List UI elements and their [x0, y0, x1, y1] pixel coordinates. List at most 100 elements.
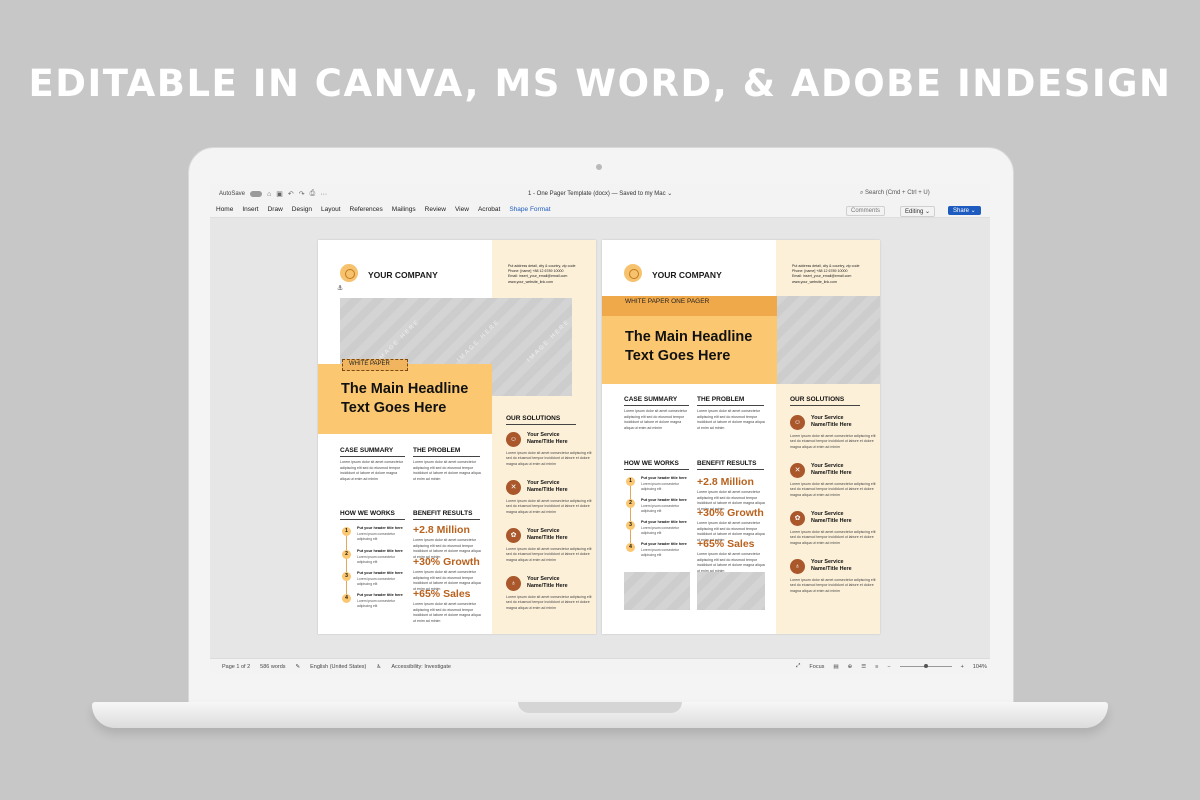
service-text[interactable]: Lorem ipsum dolor sit amet consectetur a… — [506, 451, 596, 467]
stat-text[interactable]: Lorem ipsum dolor sit amet consectetur a… — [697, 552, 765, 574]
autosave-toggle[interactable] — [250, 191, 263, 197]
document-title[interactable]: 1 - One Pager Template (docx) — Saved to… — [528, 190, 672, 197]
company-name[interactable]: YOUR COMPANY — [652, 270, 722, 280]
step-title[interactable]: Put your header title here — [641, 498, 687, 502]
step-title[interactable]: Put your header title here — [357, 549, 403, 553]
zoom-level[interactable]: 104% — [973, 664, 987, 670]
step-text[interactable]: Lorem ipsum consectetur adipiscing elit — [357, 599, 407, 608]
main-headline[interactable]: The Main Headline Text Goes Here — [625, 328, 785, 366]
step-text[interactable]: Lorem ipsum consectetur adipiscing elit — [357, 555, 407, 564]
service-text[interactable]: Lorem ipsum dolor sit amet consectetur a… — [790, 434, 880, 450]
service-text[interactable]: Lorem ipsum dolor sit amet consectetur a… — [506, 547, 596, 563]
service-text[interactable]: Lorem ipsum dolor sit amet consectetur a… — [506, 499, 596, 515]
tab-design[interactable]: Design — [292, 206, 312, 213]
web-layout-icon[interactable]: ⊕ — [848, 664, 853, 670]
service-title[interactable]: Your Service Name/Title Here — [811, 463, 871, 477]
step-text[interactable]: Lorem ipsum consectetur adipiscing elit — [641, 548, 691, 557]
home-icon[interactable]: ⌂ — [267, 191, 271, 198]
stat-value[interactable]: +30% Growth — [413, 556, 480, 568]
tab-shape-format[interactable]: Shape Format — [509, 206, 550, 213]
undo-icon[interactable]: ↶ — [288, 190, 294, 198]
language-status[interactable]: English (United States) — [310, 664, 366, 670]
step-title[interactable]: Put your header title here — [641, 520, 687, 524]
service-text[interactable]: Lorem ipsum dolor sit amet consectetur a… — [790, 578, 880, 594]
step-text[interactable]: Lorem ipsum consectetur adipiscing elit — [357, 532, 407, 541]
stat-value[interactable]: +65% Sales — [697, 538, 755, 550]
print-layout-icon[interactable]: ▤ — [833, 664, 838, 670]
zoom-in-button[interactable]: + — [961, 664, 964, 670]
service-text[interactable]: Lorem ipsum dolor sit amet consectetur a… — [790, 530, 880, 546]
stat-value[interactable]: +30% Growth — [697, 507, 764, 519]
accessibility-status[interactable]: Accessibility: Investigate — [391, 664, 451, 670]
step-text[interactable]: Lorem ipsum consectetur adipiscing elit — [357, 577, 407, 586]
service-text[interactable]: Lorem ipsum dolor sit amet consectetur a… — [506, 595, 596, 611]
image-placeholder[interactable] — [697, 572, 765, 610]
tab-layout[interactable]: Layout — [321, 206, 341, 213]
tab-insert[interactable]: Insert — [242, 206, 258, 213]
stat-value[interactable]: +65% Sales — [413, 588, 471, 600]
word-count[interactable]: 586 words — [260, 664, 285, 670]
focus-button[interactable]: Focus — [809, 664, 824, 670]
outline-icon[interactable]: ☰ — [861, 664, 866, 670]
page-1[interactable]: YOUR COMPANY Put address detail, city & … — [318, 240, 596, 634]
address-block[interactable]: Put address detail, city & country, zip … — [508, 264, 588, 285]
proofing-icon[interactable]: ✎ — [296, 664, 301, 670]
print-icon[interactable]: ⎙ — [310, 190, 316, 198]
page-2[interactable]: YOUR COMPANY Put address detail, city & … — [602, 240, 880, 634]
step-title[interactable]: Put your header title here — [357, 526, 403, 530]
tab-mailings[interactable]: Mailings — [392, 206, 416, 213]
editing-button[interactable]: Editing ⌄ — [900, 206, 936, 217]
image-placeholder[interactable] — [624, 572, 690, 610]
draft-icon[interactable]: ≡ — [875, 664, 878, 670]
tab-references[interactable]: References — [350, 206, 383, 213]
step-title[interactable]: Put your header title here — [357, 593, 403, 597]
step-title[interactable]: Put your header title here — [357, 571, 403, 575]
tab-home[interactable]: Home — [216, 206, 233, 213]
image-placeholder-label: IMAGE HERE — [456, 318, 502, 364]
service-title[interactable]: Your Service Name/Title Here — [811, 415, 871, 429]
page-count[interactable]: Page 1 of 2 — [222, 664, 250, 670]
divider — [413, 519, 480, 520]
more-icon[interactable]: ··· — [320, 191, 327, 198]
zoom-slider[interactable] — [899, 664, 952, 668]
service-title[interactable]: Your Service Name/Title Here — [811, 559, 871, 573]
service-text[interactable]: Lorem ipsum dolor sit amet consectetur a… — [790, 482, 880, 498]
case-summary-text[interactable]: Lorem ipsum dolor sit amet consectetur a… — [340, 460, 406, 482]
stat-value[interactable]: +2.8 Million — [697, 476, 754, 488]
white-paper-label[interactable]: WHITE PAPER — [349, 361, 390, 367]
comments-button[interactable]: Comments — [846, 206, 886, 216]
address-block[interactable]: Put address detail, city & country, zip … — [792, 264, 872, 285]
white-paper-bar[interactable]: WHITE PAPER ONE PAGER — [602, 296, 777, 316]
document-canvas[interactable]: YOUR COMPANY Put address detail, city & … — [210, 218, 990, 658]
redo-icon[interactable]: ↷ — [299, 190, 305, 198]
tab-review[interactable]: Review — [425, 206, 446, 213]
search-box[interactable]: ⌕ Search (Cmd + Ctrl + U) — [860, 190, 930, 197]
service-title[interactable]: Your Service Name/Title Here — [527, 576, 587, 590]
service-title[interactable]: Your Service Name/Title Here — [527, 528, 587, 542]
service-title[interactable]: Your Service Name/Title Here — [527, 432, 587, 446]
save-icon[interactable]: ▣ — [276, 190, 283, 198]
share-button[interactable]: Share ⌄ — [948, 206, 981, 215]
the-problem-text[interactable]: Lorem ipsum dolor sit amet consectetur a… — [697, 409, 765, 431]
accessibility-icon[interactable]: ♿ — [376, 664, 381, 670]
stat-text[interactable]: Lorem ipsum dolor sit amet consectetur a… — [413, 602, 481, 624]
step-text[interactable]: Lorem ipsum consectetur adipiscing elit — [641, 526, 691, 535]
step-title[interactable]: Put your header title here — [641, 542, 687, 546]
step-text[interactable]: Lorem ipsum consectetur adipiscing elit — [641, 482, 691, 491]
tab-draw[interactable]: Draw — [268, 206, 283, 213]
service-title[interactable]: Your Service Name/Title Here — [811, 511, 871, 525]
service-title[interactable]: Your Service Name/Title Here — [527, 480, 587, 494]
tab-view[interactable]: View — [455, 206, 469, 213]
image-placeholder[interactable] — [777, 296, 880, 384]
step-title[interactable]: Put your header title here — [641, 476, 687, 480]
tab-acrobat[interactable]: Acrobat — [478, 206, 500, 213]
company-name[interactable]: YOUR COMPANY — [368, 270, 438, 280]
zoom-out-button[interactable]: − — [887, 664, 890, 670]
case-summary-text[interactable]: Lorem ipsum dolor sit amet consectetur a… — [624, 409, 690, 431]
main-headline[interactable]: The Main Headline Text Goes Here — [341, 380, 501, 418]
stat-value[interactable]: +2.8 Million — [413, 524, 470, 536]
the-problem-text[interactable]: Lorem ipsum dolor sit amet consectetur a… — [413, 460, 481, 482]
step-number: 3 — [342, 572, 351, 581]
step-text[interactable]: Lorem ipsum consectetur adipiscing elit — [641, 504, 691, 513]
focus-icon[interactable]: ⤢ — [796, 663, 800, 670]
